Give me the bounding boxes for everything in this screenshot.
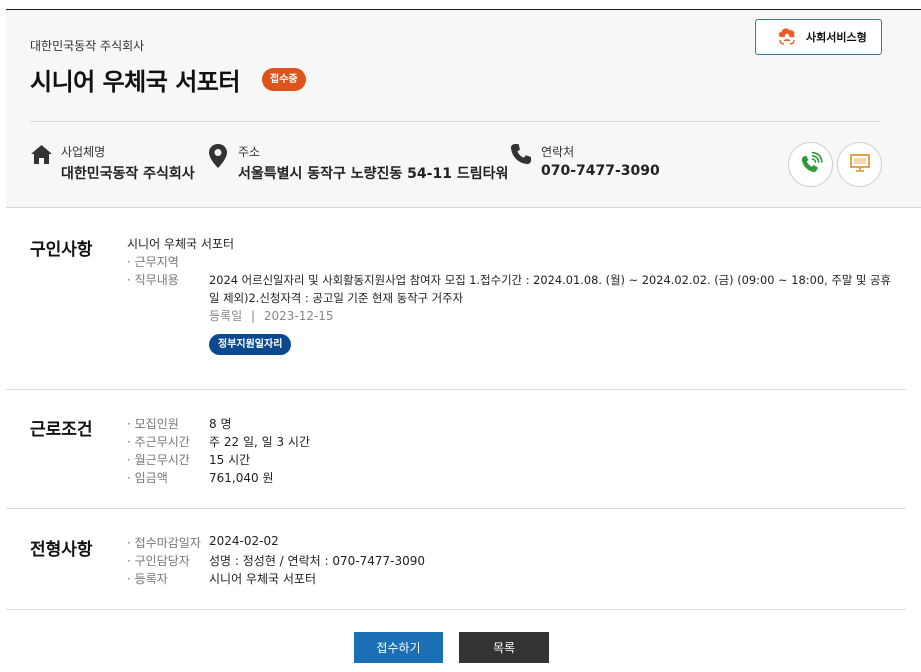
- condition-value: 15 시간: [209, 453, 251, 467]
- business-info: 사업체명 대한민국동작 주식회사: [30, 142, 195, 183]
- address-label: 주소: [238, 145, 261, 159]
- contact-label: 연락처: [541, 145, 575, 159]
- monitor-icon: [849, 153, 871, 177]
- address-info: 주소 서울특별시 동작구 노량진동 54-11 드림타워: [206, 142, 508, 183]
- location-pin-icon: [206, 142, 230, 174]
- conditions-section-title: 근로조건: [30, 420, 93, 440]
- selection-key: · 등록자: [127, 572, 168, 586]
- status-badge: 접수중: [262, 68, 306, 91]
- call-button[interactable]: [788, 142, 833, 187]
- condition-value: 주 22 일, 일 3 시간: [209, 435, 310, 449]
- selection-key: · 구인담당자: [127, 554, 190, 568]
- selection-value: 시니어 우체국 서포터: [209, 572, 316, 586]
- selection-key: · 접수마감일자: [127, 536, 201, 550]
- job-duty-key: · 직무내용: [127, 273, 179, 287]
- condition-value: 761,040 원: [209, 471, 274, 485]
- selection-section-title: 전형사항: [30, 540, 93, 560]
- condition-value: 8 명: [209, 417, 232, 431]
- selection-value: 2024-02-02: [209, 534, 279, 548]
- condition-key: · 모집인원: [127, 417, 179, 431]
- call-icon: [798, 150, 824, 180]
- phone-icon: [509, 142, 533, 170]
- condition-key: · 임금액: [127, 471, 168, 485]
- cloud-person-icon: [776, 24, 798, 50]
- gov-job-tag: 정부지원일자리: [209, 334, 292, 355]
- job-duty-line-1: 2024 어르신일자리 및 사회활동지원사업 참여자 모집 1.접수기간 : 2…: [209, 273, 891, 287]
- registered-date: 2023-12-15: [263, 309, 334, 323]
- contact-value: 070-7477-3090: [541, 163, 660, 179]
- contact-info: 연락처 070-7477-3090: [509, 142, 660, 179]
- job-type-label: 사회서비스형: [806, 31, 867, 44]
- business-value: 대한민국동작 주식회사: [61, 166, 195, 182]
- condition-key: · 주근무시간: [127, 435, 190, 449]
- monitor-button[interactable]: [837, 142, 882, 187]
- job-duty-value: 2024 어르신일자리 및 사회활동지원사업 참여자 모집 1.접수기간 : 2…: [209, 271, 894, 307]
- selection-value: 성명 : 정성현 / 연락처 : 070-7477-3090: [209, 554, 425, 568]
- job-registered: 등록일 | 2023-12-15: [209, 307, 334, 324]
- condition-key: · 월근무시간: [127, 453, 190, 467]
- address-value: 서울특별시 동작구 노량진동 54-11 드림타워: [238, 166, 509, 182]
- job-section-title: 구인사항: [30, 240, 93, 260]
- apply-button[interactable]: 접수하기: [354, 632, 443, 663]
- job-type-button[interactable]: 사회서비스형: [755, 19, 882, 55]
- job-area-key: · 근무지역: [127, 255, 179, 269]
- company-name-small: 대한민국동작 주식회사: [30, 39, 145, 53]
- page-title: 시니어 우체국 서포터: [30, 68, 240, 96]
- business-label: 사업체명: [61, 145, 106, 159]
- header-divider: [30, 121, 881, 122]
- list-button[interactable]: 목록: [459, 632, 549, 663]
- registered-separator: |: [250, 309, 255, 323]
- registered-label: 등록일: [209, 309, 243, 323]
- home-icon: [30, 142, 53, 170]
- job-duty-line-2: 일 제외)2.신청자격 : 공고일 기준 현재 동작구 거주자: [209, 291, 464, 305]
- job-name-text: 시니어 우체국 서포터: [127, 237, 234, 251]
